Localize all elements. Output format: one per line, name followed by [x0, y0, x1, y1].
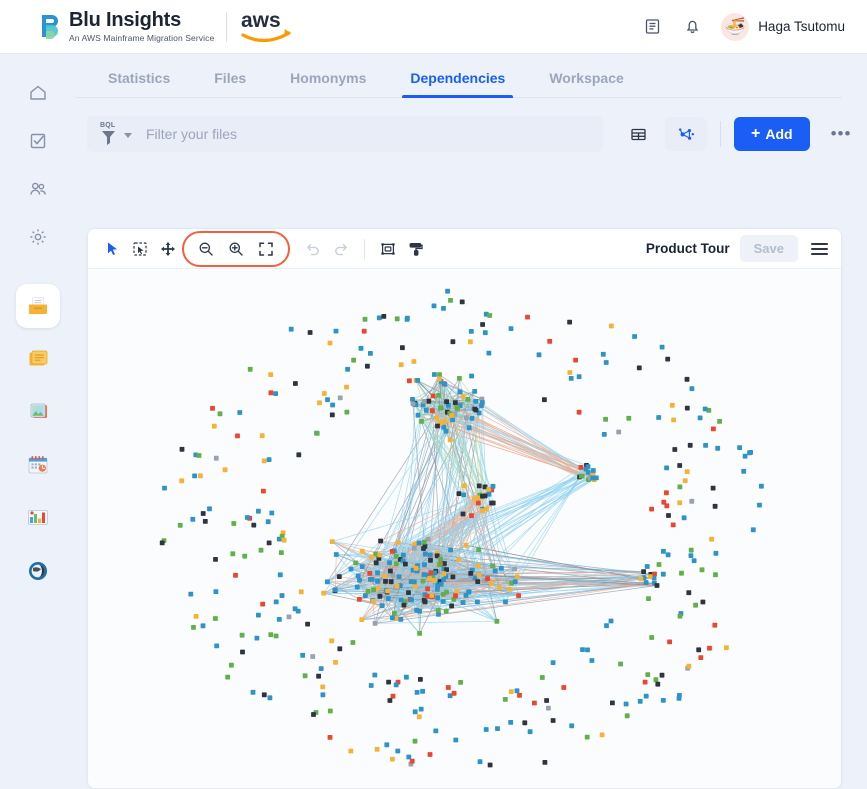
fit-screen-icon[interactable] [252, 235, 280, 263]
bql-label: BQL [100, 122, 115, 129]
plus-icon: + [751, 125, 760, 143]
sidebar-app-framed-picture[interactable] [16, 390, 60, 434]
blu-insights-logo-icon [38, 13, 62, 41]
brand-title: Blu Insights [69, 10, 214, 30]
hamburger-menu-icon[interactable] [808, 239, 831, 259]
bql-filter-selector[interactable]: BQL [99, 122, 132, 146]
paint-roller-icon[interactable] [402, 235, 430, 263]
dependency-graph[interactable] [88, 269, 841, 788]
view-actions: + Add ••• [617, 117, 855, 151]
zoom-controls-group [182, 235, 290, 263]
fit-selection-icon[interactable] [374, 235, 402, 263]
brand-subtitle: An AWS Mainframe Migration Service [69, 33, 214, 43]
box-select-icon[interactable] [126, 235, 154, 263]
move-arrows-icon[interactable] [154, 235, 182, 263]
add-button-label: Add [765, 126, 792, 142]
chevron-down-icon [124, 133, 132, 138]
cursor-pointer-icon[interactable] [98, 235, 126, 263]
book-icon[interactable] [641, 16, 663, 38]
sidebar-app-globe[interactable] [16, 549, 60, 593]
aws-logo-icon: aws [241, 10, 293, 44]
user-name: Haga Tsutomu [758, 19, 845, 34]
avatar: 🍜 [721, 13, 749, 41]
sidebar-app-card-index[interactable] [16, 337, 60, 381]
svg-text:aws: aws [241, 10, 281, 32]
tab-files[interactable]: Files [192, 70, 268, 97]
dependency-graph-card: Product Tour Save [87, 228, 842, 789]
tab-dependencies[interactable]: Dependencies [388, 70, 527, 97]
filter-input[interactable]: Filter your files [146, 126, 237, 142]
graph-view-icon[interactable] [665, 117, 707, 151]
left-sidebar [0, 54, 76, 761]
graph-canvas[interactable] [88, 269, 841, 788]
brand-divider [226, 12, 227, 42]
main-content: Statistics Files Homonyms Dependencies W… [76, 54, 867, 761]
funnel-icon: BQL [99, 122, 119, 146]
filter-row: BQL Filter your files [76, 98, 867, 156]
redo-icon [327, 235, 355, 263]
bell-icon[interactable] [681, 16, 703, 38]
sidebar-app-chart-board[interactable] [16, 496, 60, 540]
zoom-out-icon[interactable] [192, 235, 220, 263]
sidebar-item-tasks[interactable] [19, 122, 57, 160]
sidebar-item-settings[interactable] [19, 218, 57, 256]
zoom-in-icon[interactable] [222, 235, 250, 263]
header-actions: 🍜 Haga Tsutomu [641, 13, 845, 41]
tab-statistics[interactable]: Statistics [86, 70, 192, 97]
save-button: Save [740, 235, 798, 262]
sidebar-item-users[interactable] [19, 170, 57, 208]
toolbar-divider [720, 121, 721, 147]
tab-workspace[interactable]: Workspace [527, 70, 645, 97]
toolbar-right-group: Product Tour Save [646, 235, 831, 262]
app-header: Blu Insights An AWS Mainframe Migration … [0, 0, 867, 54]
overflow-menu-button[interactable]: ••• [827, 124, 856, 144]
product-tour-label[interactable]: Product Tour [646, 241, 730, 256]
add-button[interactable]: + Add [734, 117, 810, 151]
toolbar-separator [364, 239, 365, 259]
brand-logo[interactable]: Blu Insights An AWS Mainframe Migration … [38, 10, 214, 43]
sidebar-item-home[interactable] [19, 74, 57, 112]
sidebar-app-calendar[interactable] [16, 443, 60, 487]
tab-homonyms[interactable]: Homonyms [268, 70, 388, 97]
filter-bar[interactable]: BQL Filter your files [87, 116, 603, 152]
tab-bar: Statistics Files Homonyms Dependencies W… [76, 54, 842, 98]
undo-icon [299, 235, 327, 263]
table-view-icon[interactable] [617, 117, 659, 151]
user-menu[interactable]: 🍜 Haga Tsutomu [721, 13, 845, 41]
sidebar-app-card-file-box[interactable] [16, 284, 60, 328]
graph-toolbar: Product Tour Save [88, 229, 841, 269]
